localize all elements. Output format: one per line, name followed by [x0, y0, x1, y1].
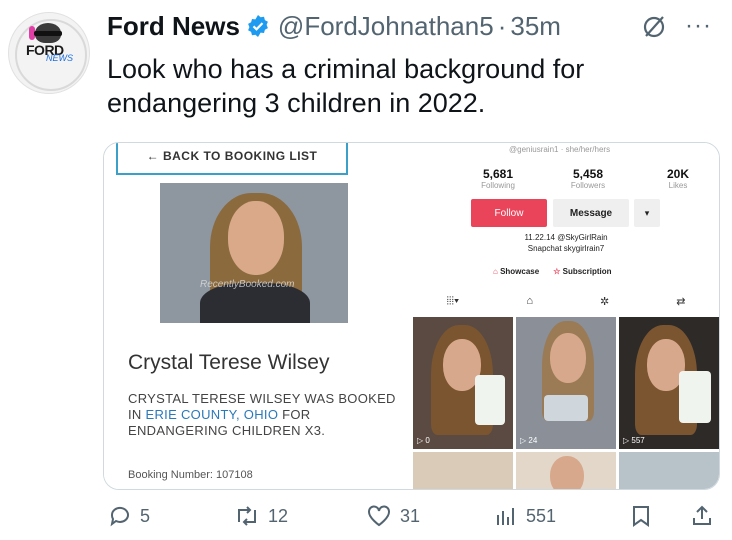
- booking-screenshot: ← BACK TO BOOKING LIST RecentlyBooked.co…: [104, 143, 413, 489]
- stat-following: 5,681 Following: [463, 167, 533, 190]
- like-button[interactable]: 31: [366, 504, 420, 528]
- follow-button: Follow: [471, 199, 547, 227]
- view-count: 551: [526, 505, 557, 526]
- avatar[interactable]: FORD NEWS: [8, 12, 90, 94]
- showcase-link: ⌂ Showcase: [493, 267, 539, 276]
- share-button[interactable]: [690, 504, 714, 528]
- stat-value: 5,458: [572, 167, 604, 181]
- stat-label: Following: [481, 181, 515, 190]
- profile-bio-line2: Snapchat skygirlrain7: [527, 244, 605, 253]
- video-grid: ▷ 0 ▷ 24 ▷ 557: [413, 317, 719, 489]
- showcase-label: Showcase: [500, 267, 540, 276]
- video-thumbnail: [619, 452, 719, 489]
- video-thumbnail: ▷ 24: [516, 317, 616, 449]
- county-link: ERIE COUNTY, OHIO: [145, 407, 279, 422]
- bookmark-icon: [633, 506, 649, 527]
- profile-tabs: ⦙⦙⦙▾ ⌂ ✲ ⇄: [413, 289, 719, 313]
- author-name[interactable]: Ford News: [107, 11, 240, 42]
- lock-icon: ⌂: [526, 295, 533, 307]
- person-name: Crystal Terese Wilsey: [128, 351, 330, 374]
- tweet-action-bar: 5 12 31 551: [0, 500, 732, 540]
- mugshot-face: [228, 201, 284, 275]
- repost-count: 12: [268, 505, 289, 526]
- video-thumbnail: [413, 452, 513, 489]
- tweet-header: Ford News @FordJohnathan5 · 35m: [107, 11, 561, 41]
- booking-description: CRYSTAL TERESE WILSEY WAS BOOKED IN ERIE…: [128, 391, 398, 439]
- views-chart-icon: [497, 508, 514, 525]
- profile-screenshot: @geniusrain1 · she/her/hers 5,681 Followi…: [413, 143, 719, 489]
- tweet-media[interactable]: ← BACK TO BOOKING LIST RecentlyBooked.co…: [103, 142, 720, 490]
- stat-label: Likes: [668, 181, 688, 190]
- avatar-logo-sub: NEWS: [46, 53, 73, 63]
- tweet-text: Look who has a criminal background for e…: [107, 54, 585, 118]
- reply-count: 5: [140, 505, 151, 526]
- heart-icon: [368, 505, 390, 527]
- video-thumbnail: ▷ 557: [619, 317, 719, 449]
- thumb-face: [550, 456, 584, 489]
- views-button[interactable]: 551: [494, 504, 556, 528]
- stat-likes: 20K Likes: [643, 167, 713, 190]
- profile-links: ⌂ Showcase ☆ Subscription: [493, 267, 612, 276]
- more-options-icon[interactable]: ···: [685, 12, 712, 40]
- favorites-icon: ✲: [600, 295, 610, 308]
- booking-number: Booking Number: 107108: [128, 469, 253, 481]
- reply-button[interactable]: 5: [108, 504, 150, 528]
- separator-dot: ·: [497, 10, 507, 41]
- thumb-product: [475, 375, 505, 425]
- thumb-product: [544, 395, 588, 421]
- star-icon: ☆: [553, 267, 563, 276]
- repost-tab-icon: ⇄: [676, 295, 686, 308]
- repost-icon: [238, 506, 256, 526]
- like-count: 31: [400, 505, 421, 526]
- bookmark-button[interactable]: [630, 504, 652, 528]
- thumb-face: [550, 333, 586, 383]
- repost-button[interactable]: 12: [234, 504, 288, 528]
- mugshot-watermark: RecentlyBooked.com: [200, 279, 295, 290]
- video-thumbnail: ▷ 0: [413, 317, 513, 449]
- tweet-time[interactable]: 35m: [510, 11, 561, 42]
- avatar-glasses: [34, 31, 62, 36]
- subscription-label: Subscription: [562, 267, 612, 276]
- view-count: ▷ 557: [623, 436, 645, 445]
- video-thumbnail: [516, 452, 616, 489]
- dropdown-caret-icon: ▾: [634, 199, 660, 227]
- share-icon: [693, 505, 711, 525]
- stat-value: 5,681: [482, 167, 514, 181]
- thumb-product: [679, 371, 711, 423]
- mugshot-image: RecentlyBooked.com: [160, 183, 348, 323]
- profile-stats: 5,681 Following 5,458 Followers 20K Likes: [463, 167, 713, 190]
- grok-icon[interactable]: [641, 14, 667, 40]
- profile-handle: @geniusrain1 · she/her/hers: [509, 145, 611, 154]
- videos-grid-icon: ⦙⦙⦙▾: [446, 294, 460, 307]
- message-button: Message: [553, 199, 629, 227]
- back-to-booking-list-button: ← BACK TO BOOKING LIST: [116, 143, 348, 175]
- view-count: ▷ 0: [417, 436, 430, 445]
- author-handle[interactable]: @FordJohnathan5: [278, 11, 494, 42]
- stat-followers: 5,458 Followers: [553, 167, 623, 190]
- stat-label: Followers: [570, 181, 606, 190]
- profile-bio-line1: 11.22.14 @SkyGirlRain: [524, 233, 608, 242]
- reply-icon: [110, 506, 129, 527]
- view-count: ▷ 24: [520, 436, 538, 445]
- stat-value: 20K: [666, 167, 689, 181]
- bag-icon: ⌂: [493, 267, 501, 276]
- verified-badge-icon: [248, 15, 268, 37]
- subscription-link: ☆ Subscription: [553, 267, 611, 276]
